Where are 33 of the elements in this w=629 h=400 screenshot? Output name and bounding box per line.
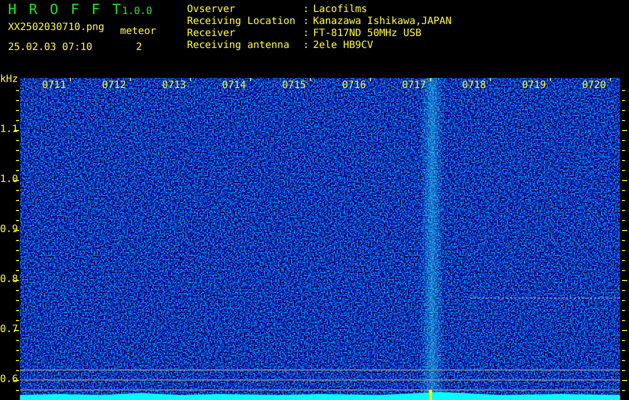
app-title: H R O F F T [8,2,122,18]
time-axis-label: 0717 [402,80,426,92]
info-label: Receiving Location [187,16,296,28]
file-name: XX2502030710.png [8,22,106,34]
frequency-axis-label: 0.8 [0,273,18,286]
info-value: FT-817ND 50MHz USB [313,28,422,40]
frequency-axis-label: 0.6 [0,373,18,386]
info-label: Ovserver [187,4,236,16]
meteor-count: 2 [136,42,142,52]
version-label: 1.0.0 [122,6,152,17]
separator: : [303,4,310,16]
time-axis-label: 0719 [522,80,546,92]
separator: : [303,16,310,28]
time-axis-label: 0713 [162,80,186,92]
frequency-axis-label: 1.0 [0,173,18,186]
info-value: 2ele HB9CV [313,40,374,52]
time-axis-label: 0712 [102,80,126,92]
time-axis-label: 0718 [462,80,486,92]
info-label: Receiver [187,28,236,40]
axis-unit-label: kHz [0,74,18,86]
frequency-axis-label: 1.1 [0,123,18,136]
separator: : [303,28,310,40]
time-axis-label: 0714 [222,80,246,92]
info-value: Lacofilms [313,4,368,16]
time-axis-label: 0711 [42,80,66,92]
separator: : [303,40,310,52]
info-value: Kanazawa Ishikawa,JAPAN [313,16,452,28]
meteor-label: meteor [120,26,156,38]
info-label: Receiving antenna [187,40,290,52]
frequency-axis-label: 0.7 [0,323,18,336]
date-time: 25.02.03 07:10 [8,42,94,52]
time-axis-label: 0716 [342,80,366,92]
frequency-axis-label: 0.9 [0,223,18,236]
